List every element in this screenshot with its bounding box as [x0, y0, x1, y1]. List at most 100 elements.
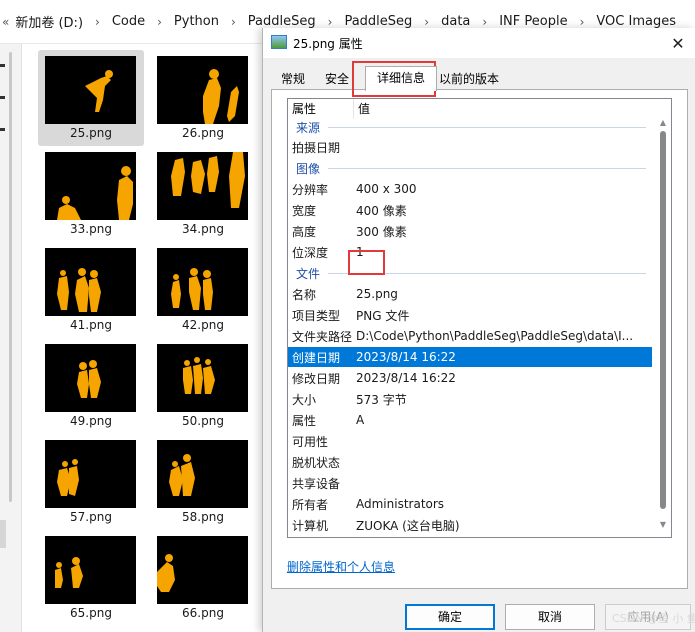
property-row[interactable]: 宽度 400 像素: [288, 200, 652, 220]
file-tile[interactable]: 41.png: [38, 242, 144, 338]
scrollbar-thumb[interactable]: [660, 131, 666, 509]
nav-selected-item[interactable]: [0, 520, 6, 548]
property-row[interactable]: 位深度 1: [288, 242, 652, 262]
file-name: 33.png: [70, 222, 112, 236]
image-thumbnail: [45, 536, 136, 604]
file-tile[interactable]: 65.png: [38, 530, 144, 626]
nav-item-marker: [0, 96, 5, 99]
property-row[interactable]: 分辨率 400 x 300: [288, 179, 652, 199]
property-row[interactable]: 名称 25.png: [288, 284, 652, 304]
chevron-right-icon[interactable]: ›: [414, 15, 439, 29]
list-header: 属性 值: [288, 99, 671, 119]
property-row[interactable]: 计算机 ZUOKA (这台电脑): [288, 515, 652, 535]
file-name: 66.png: [182, 606, 224, 620]
property-name: 属性: [292, 413, 317, 428]
tab-previous-versions[interactable]: 以前的版本: [437, 68, 501, 90]
tab-general[interactable]: 常规: [275, 68, 311, 90]
group-origin: 来源: [288, 117, 652, 137]
group-file: 文件: [288, 263, 652, 283]
property-row[interactable]: 项目类型 PNG 文件: [288, 305, 652, 325]
file-tile[interactable]: 33.png: [38, 146, 144, 242]
file-tile[interactable]: 49.png: [38, 338, 144, 434]
chevron-right-icon[interactable]: ›: [570, 15, 595, 29]
property-value: 400 像素: [356, 203, 407, 218]
tab-security[interactable]: 安全: [319, 68, 355, 90]
image-thumbnail: [157, 152, 248, 220]
property-row[interactable]: 脱机状态: [288, 452, 652, 472]
remove-properties-link[interactable]: 删除属性和个人信息: [287, 558, 395, 575]
breadcrumb-item-voc-images[interactable]: VOC Images: [594, 14, 678, 29]
chevron-right-icon[interactable]: ›: [472, 15, 497, 29]
breadcrumb-overflow-icon[interactable]: «: [2, 15, 13, 29]
image-thumbnail: [157, 344, 248, 412]
property-row[interactable]: 高度 300 像素: [288, 221, 652, 241]
file-tile[interactable]: 25.png: [38, 50, 144, 146]
breadcrumb-item-python[interactable]: Python: [172, 14, 221, 29]
property-name: 宽度: [292, 203, 317, 218]
tab-details[interactable]: 详细信息: [365, 66, 437, 91]
property-value: 1: [356, 245, 364, 259]
property-row[interactable]: 拍摄日期: [288, 137, 652, 157]
property-row[interactable]: 可用性: [288, 431, 652, 451]
group-divider: [328, 126, 646, 128]
properties-dialog: 25.png 属性 ✕ 常规 安全 详细信息 以前的版本 属性 值 来源 拍摄日…: [262, 28, 695, 632]
chevron-right-icon[interactable]: ›: [318, 15, 343, 29]
tab-strip: 常规 安全 详细信息 以前的版本: [271, 66, 691, 91]
navigation-scrollbar[interactable]: [9, 52, 12, 502]
property-row[interactable]: 所有者 Administrators: [288, 494, 652, 514]
group-divider: [328, 167, 646, 169]
group-label: 文件: [296, 266, 321, 281]
group-divider: [328, 272, 646, 274]
property-value: 2023/8/14 16:22: [356, 350, 456, 364]
property-row[interactable]: 修改日期 2023/8/14 16:22: [288, 368, 652, 388]
breadcrumb-item-code[interactable]: Code: [110, 14, 147, 29]
close-icon[interactable]: ✕: [660, 28, 695, 58]
property-list[interactable]: 属性 值 来源 拍摄日期 图像 分辨率 400 x 300 宽度 400 像素 高度…: [287, 98, 672, 538]
scroll-down-icon[interactable]: ▼: [659, 521, 667, 529]
property-value: PNG 文件: [356, 308, 410, 323]
cancel-button[interactable]: 取消: [505, 604, 595, 630]
file-name: 26.png: [182, 126, 224, 140]
property-row[interactable]: 文件夹路径 D:\Code\Python\PaddleSeg\PaddleSeg\…: [288, 326, 652, 346]
chevron-right-icon[interactable]: ›: [85, 15, 110, 29]
breadcrumb-item-drive[interactable]: 新加卷 (D:): [13, 12, 85, 31]
breadcrumb-item-inf-people[interactable]: INF People: [497, 14, 569, 29]
breadcrumb-item-data[interactable]: data: [439, 14, 472, 29]
group-label: 来源: [296, 120, 321, 135]
nav-item-marker: [0, 128, 5, 131]
dialog-title-bar[interactable]: 25.png 属性 ✕: [263, 28, 695, 58]
breadcrumb-item-paddleseg[interactable]: PaddleSeg: [246, 14, 318, 29]
file-tile[interactable]: 26.png: [150, 50, 256, 146]
chevron-right-icon[interactable]: ›: [147, 15, 172, 29]
property-list-scrollbar[interactable]: ▲ ▼: [657, 119, 669, 529]
file-name: 65.png: [70, 606, 112, 620]
file-tile[interactable]: 58.png: [150, 434, 256, 530]
navigation-pane: [0, 44, 22, 632]
property-row[interactable]: 属性 A: [288, 410, 652, 430]
property-value: A: [356, 413, 365, 427]
chevron-right-icon[interactable]: ›: [221, 15, 246, 29]
image-thumbnail: [45, 344, 136, 412]
column-header-property[interactable]: 属性: [288, 99, 354, 119]
file-tile[interactable]: 57.png: [38, 434, 144, 530]
property-name: 创建日期: [292, 350, 341, 365]
file-tile[interactable]: 34.png: [150, 146, 256, 242]
property-name: 名称: [292, 287, 317, 302]
file-tile[interactable]: 66.png: [150, 530, 256, 626]
image-thumbnail: [157, 56, 248, 124]
file-tile[interactable]: 42.png: [150, 242, 256, 338]
image-file-icon: [271, 35, 287, 49]
property-value: 400 x 300: [356, 182, 417, 196]
scroll-up-icon[interactable]: ▲: [659, 119, 667, 127]
file-tile[interactable]: 50.png: [150, 338, 256, 434]
property-row[interactable]: 共享设备: [288, 473, 652, 493]
image-thumbnail: [157, 440, 248, 508]
file-name: 49.png: [70, 414, 112, 428]
column-header-value[interactable]: 值: [354, 99, 650, 119]
property-row[interactable]: 大小 573 字节: [288, 389, 652, 409]
ok-button[interactable]: 确定: [405, 604, 495, 630]
file-name: 34.png: [182, 222, 224, 236]
group-label: 图像: [296, 161, 321, 176]
breadcrumb-item-paddleseg-inner[interactable]: PaddleSeg: [342, 14, 414, 29]
property-row-selected[interactable]: 创建日期 2023/8/14 16:22: [288, 347, 652, 367]
